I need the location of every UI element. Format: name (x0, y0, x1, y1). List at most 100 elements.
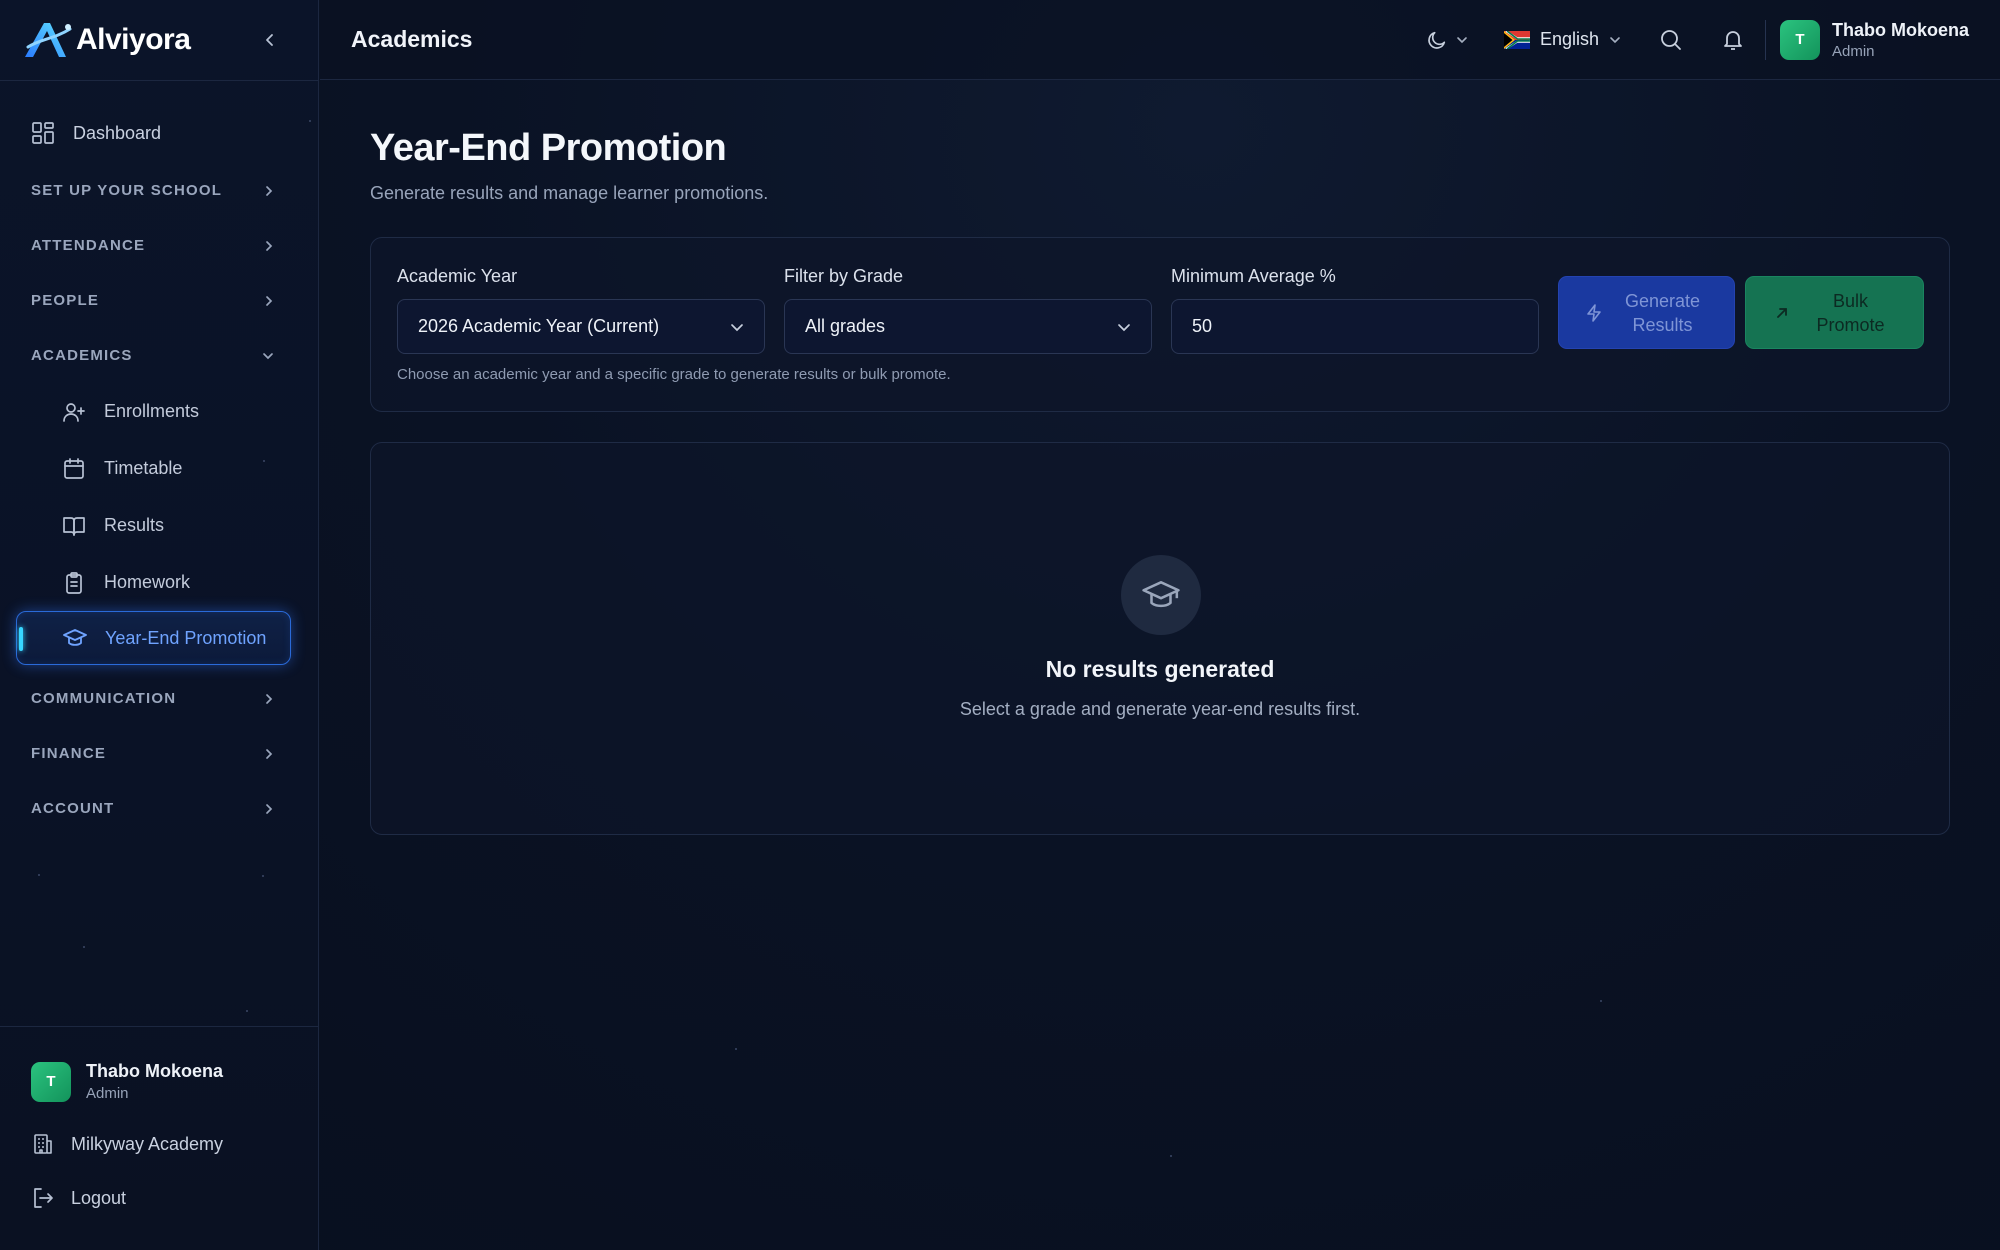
notifications-button[interactable] (1721, 28, 1745, 52)
chevron-left-icon (266, 34, 273, 46)
background-speck (38, 874, 40, 876)
background-speck (262, 875, 264, 877)
header-divider (1764, 19, 1766, 60)
brand-logo[interactable]: Alviyora (22, 19, 191, 61)
header-user-menu[interactable]: T Thabo Mokoena Admin (1779, 19, 1969, 60)
chevron-right-icon (266, 693, 273, 704)
grade-label: Filter by Grade (784, 266, 904, 286)
sidebar-item-timetable[interactable]: Timetable (0, 440, 318, 497)
sidebar-user-card[interactable]: T Thabo Mokoena Admin (31, 1061, 318, 1102)
section-label: ATTENDANCE (31, 237, 146, 254)
user-name: Thabo Mokoena (86, 1061, 224, 1081)
alviyora-logo-icon (25, 23, 72, 57)
sidebar-item-homework[interactable]: Homework (0, 554, 318, 611)
arrow-up-right-icon (1776, 307, 1787, 318)
bulk-promote-button[interactable]: Bulk Promote (1745, 276, 1924, 349)
school-switcher[interactable]: Milkyway Academy (31, 1132, 318, 1156)
filter-helper-text: Choose an academic year and a specific g… (397, 366, 951, 383)
avatar: T (1779, 19, 1820, 60)
background-speck (83, 946, 85, 948)
sidebar-item-label: Homework (104, 572, 191, 592)
grade-select[interactable]: All grades (784, 299, 1152, 354)
logout-label: Logout (71, 1187, 127, 1208)
page-title: Year-End Promotion (370, 127, 727, 169)
sidebar-section-academics[interactable]: ACADEMICS (0, 328, 318, 383)
lightning-icon (1586, 303, 1601, 322)
sidebar-item-year-end-promotion[interactable]: Year-End Promotion (16, 611, 291, 665)
user-role: Admin (86, 1085, 129, 1102)
logout-icon (34, 1188, 53, 1208)
section-label: ACCOUNT (31, 800, 115, 817)
bell-icon (1724, 30, 1742, 50)
sidebar-header: Alviyora (0, 0, 318, 81)
top-bar: Academics English T Thabo Mokoena Admin (320, 0, 2000, 80)
sidebar-section-finance[interactable]: FINANCE (0, 726, 318, 781)
section-label: COMMUNICATION (31, 690, 177, 707)
header-actions: English T Thabo Mokoena Admin (1426, 19, 1969, 60)
clipboard-icon (66, 571, 82, 594)
section-label: FINANCE (31, 745, 107, 762)
logout-button[interactable]: Logout (31, 1186, 318, 1210)
sidebar-section-account[interactable]: ACCOUNT (0, 781, 318, 836)
results-empty-state: No results generated Select a grade and … (370, 442, 1950, 835)
academic-year-select[interactable]: 2026 Academic Year (Current) (397, 299, 765, 354)
south-africa-flag-icon (1503, 30, 1530, 49)
language-label: English (1539, 29, 1599, 49)
chevron-right-icon (266, 240, 273, 251)
background-speck (263, 460, 265, 462)
calendar-icon (64, 457, 84, 479)
sidebar-item-label: Enrollments (104, 401, 200, 421)
min-average-label: Minimum Average % (1171, 266, 1336, 286)
empty-state-message: Select a grade and generate year-end res… (959, 699, 1361, 719)
sidebar-item-label: Timetable (104, 458, 183, 478)
sidebar-collapse-button[interactable] (258, 28, 282, 52)
filter-card: Academic Year 2026 Academic Year (Curren… (370, 237, 1950, 412)
sidebar-item-label: Year-End Promotion (105, 627, 267, 648)
sidebar-section-attendance[interactable]: ATTENDANCE (0, 218, 318, 273)
sidebar-item-results[interactable]: Results (0, 497, 318, 554)
building-icon (34, 1134, 52, 1154)
sidebar: Alviyora Dashboard SET UP YOUR SCHOOL AT… (0, 0, 319, 1250)
graduation-cap-icon (1142, 581, 1180, 608)
background-speck (735, 1048, 737, 1050)
background-speck (309, 120, 311, 122)
page-subtitle: Generate results and manage learner prom… (370, 183, 769, 203)
chevron-right-icon (266, 295, 273, 306)
avatar: T (31, 1061, 71, 1102)
grade-value: All grades (805, 316, 886, 336)
brand-name: Alviyora (76, 23, 191, 56)
sidebar-item-dashboard[interactable]: Dashboard (0, 109, 318, 157)
academic-year-field: Academic Year 2026 Academic Year (Curren… (397, 266, 765, 354)
sidebar-section-people[interactable]: PEOPLE (0, 273, 318, 328)
bulk-promote-label: Bulk Promote (1816, 290, 1885, 335)
sidebar-nav: Dashboard SET UP YOUR SCHOOL ATTENDANCE … (0, 81, 318, 836)
grade-field: Filter by Grade All grades (784, 266, 1152, 354)
user-name: Thabo Mokoena (1831, 19, 1969, 40)
user-plus-icon (63, 402, 85, 422)
background-speck (1600, 1000, 1602, 1002)
generate-results-button[interactable]: Generate Results (1558, 276, 1735, 349)
search-button[interactable] (1659, 28, 1683, 52)
open-book-icon (63, 516, 85, 536)
sidebar-section-setup[interactable]: SET UP YOUR SCHOOL (0, 163, 318, 218)
theme-toggle[interactable] (1426, 29, 1468, 51)
sidebar-footer: T Thabo Mokoena Admin Milkyway Academy L… (0, 1026, 318, 1250)
empty-state-title: No results generated (1045, 656, 1275, 682)
chevron-right-icon (266, 748, 273, 759)
school-name: Milkyway Academy (71, 1133, 224, 1154)
sidebar-item-enrollments[interactable]: Enrollments (0, 383, 318, 440)
language-selector[interactable]: English (1503, 29, 1621, 50)
sidebar-item-label: Results (104, 515, 165, 535)
section-label: PEOPLE (31, 292, 100, 309)
background-speck (1170, 1155, 1172, 1157)
min-average-field: Minimum Average % (1171, 266, 1539, 354)
min-average-input[interactable] (1171, 299, 1539, 354)
chevron-down-icon (263, 352, 273, 359)
empty-state-icon-wrap (1121, 555, 1201, 635)
sidebar-item-label: Dashboard (73, 122, 162, 143)
sidebar-section-communication[interactable]: COMMUNICATION (0, 671, 318, 726)
background-speck (246, 1010, 248, 1012)
user-role: Admin (1831, 42, 1875, 60)
academic-year-label: Academic Year (397, 266, 518, 286)
graduation-cap-icon (63, 629, 87, 646)
